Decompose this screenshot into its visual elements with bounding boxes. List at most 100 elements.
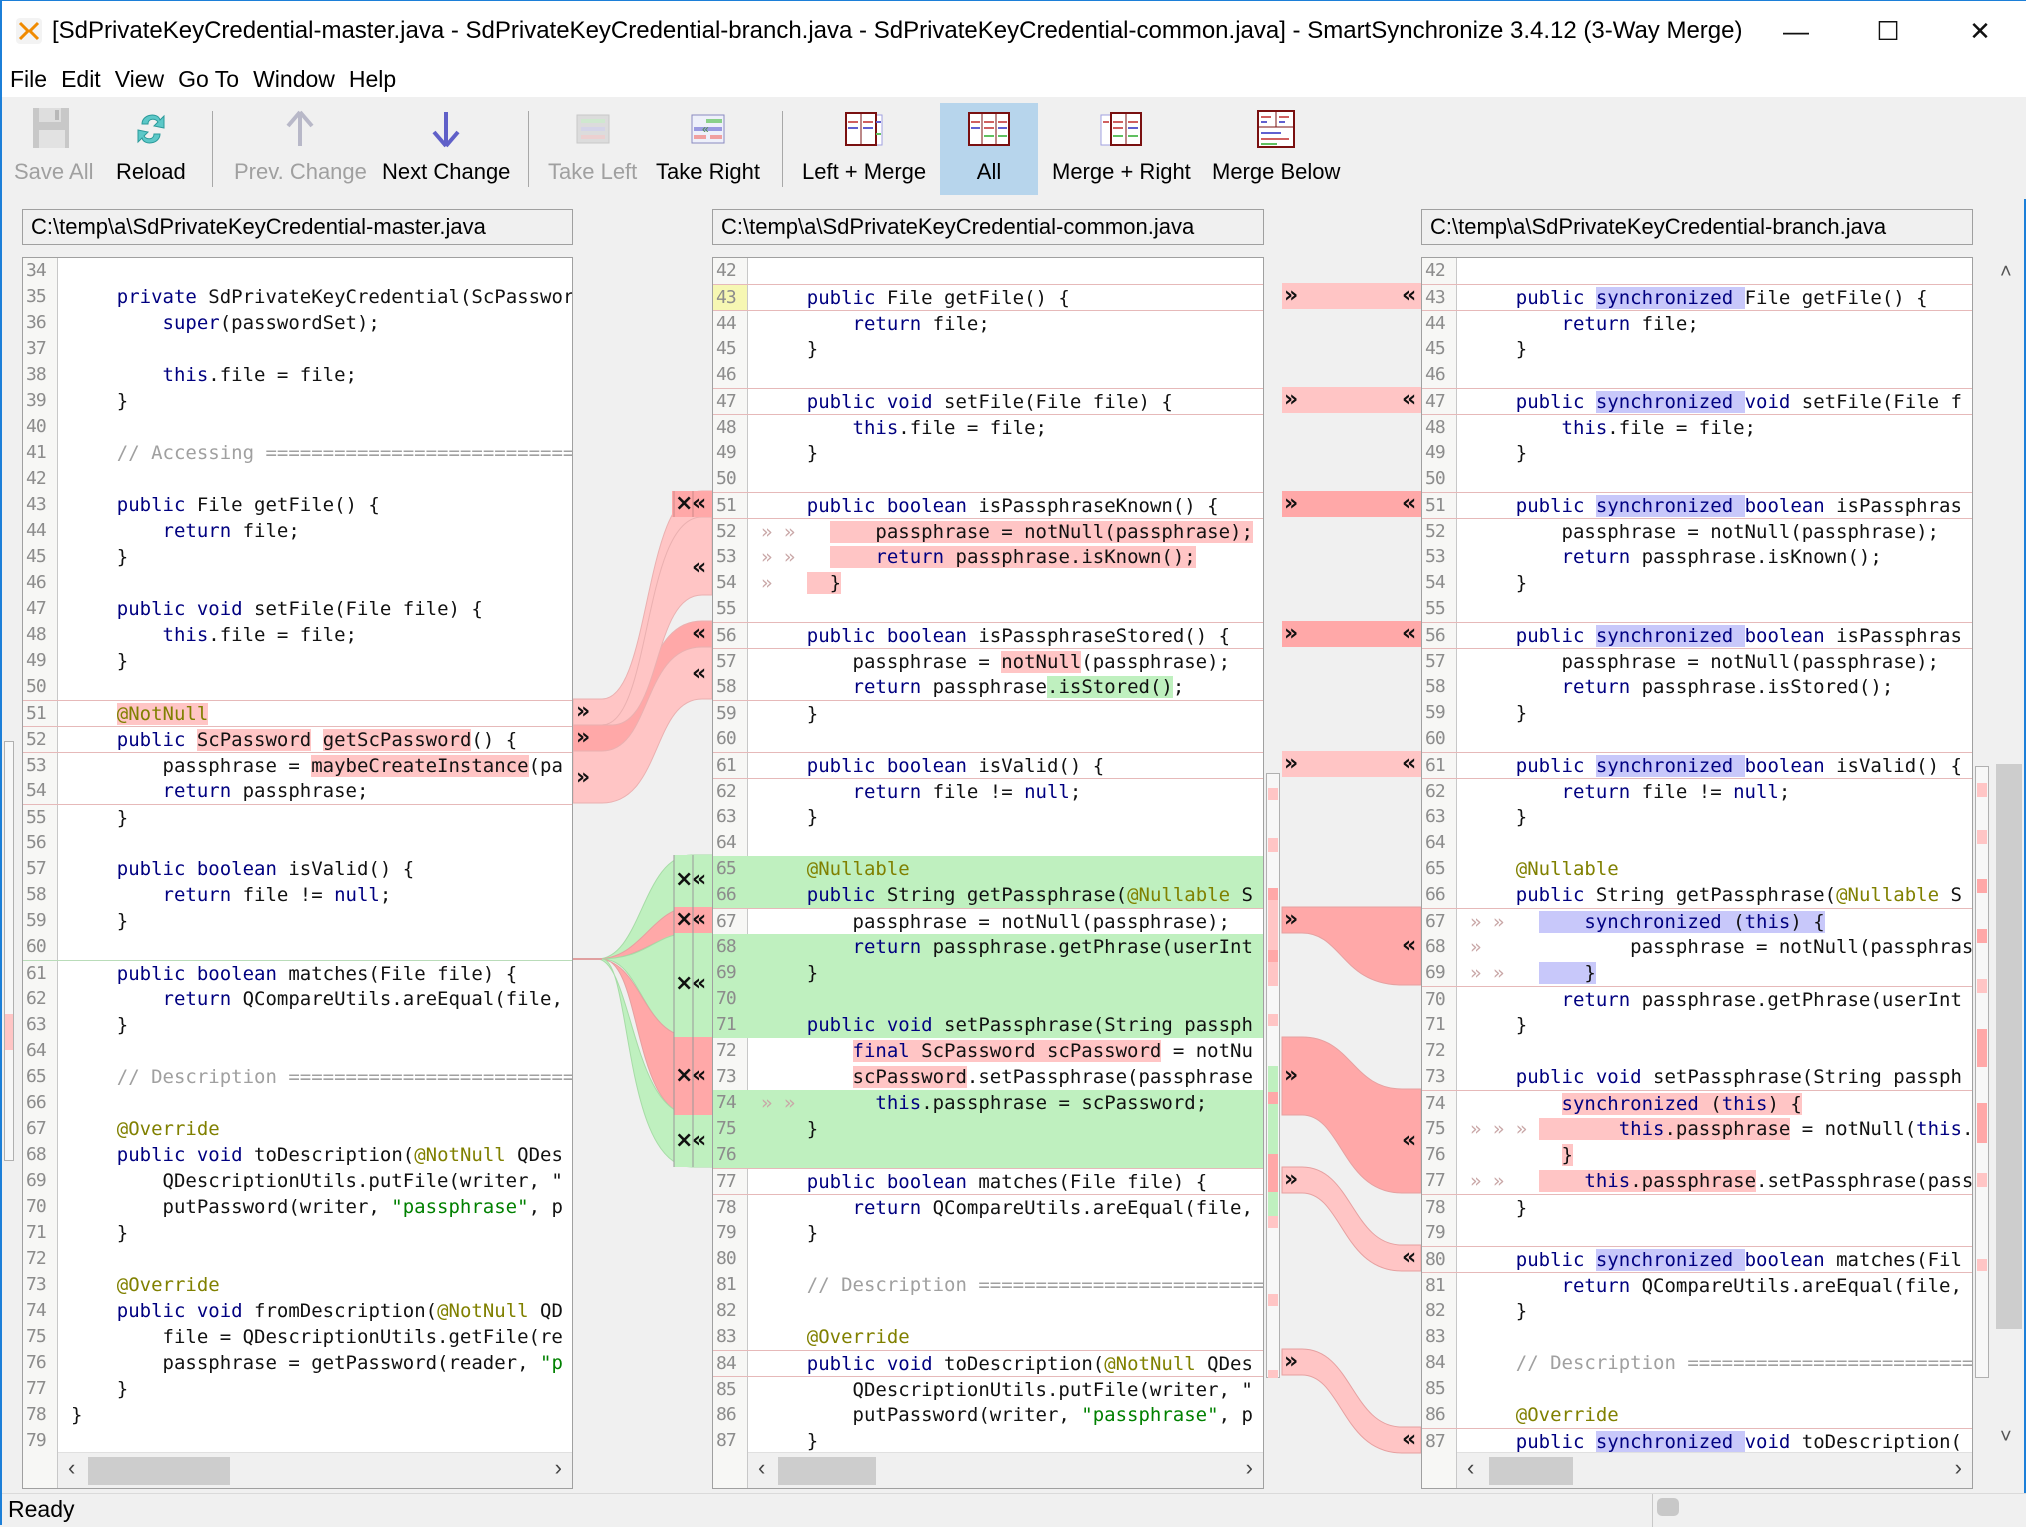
right-overview-ruler[interactable]	[1975, 766, 1989, 1378]
take-left-marker[interactable]: «	[1402, 751, 1416, 777]
code-line[interactable]: 46	[1422, 362, 1972, 388]
code-line[interactable]: 56	[23, 830, 572, 856]
code-line[interactable]: 77 » » this.passphrase.setPassphrase(pass	[1422, 1168, 1972, 1194]
code-line[interactable]: 45 }	[1422, 336, 1972, 362]
code-line[interactable]: 60	[1422, 726, 1972, 752]
code-line[interactable]: 74 public void fromDescription(@NotNull …	[23, 1298, 572, 1324]
code-line[interactable]: 54 » }	[713, 570, 1263, 596]
code-line[interactable]: 85 QDescriptionUtils.putFile(writer, "	[713, 1376, 1263, 1402]
code-line[interactable]: 41 // Accessing ========================…	[23, 440, 572, 466]
scrollbar-thumb[interactable]	[1489, 1457, 1573, 1485]
menu-edit[interactable]: Edit	[61, 66, 101, 93]
code-line[interactable]: 61 public boolean matches(File file) {	[23, 960, 572, 986]
code-line[interactable]: 63 }	[713, 804, 1263, 830]
code-line[interactable]: 46	[23, 570, 572, 596]
maximize-button[interactable]: ☐	[1842, 1, 1934, 61]
code-line[interactable]: 78 }	[1422, 1194, 1972, 1220]
code-line[interactable]: 73 scPassword.setPassphrase(passphrase	[713, 1064, 1263, 1090]
code-line[interactable]: 77 }	[23, 1376, 572, 1402]
take-right-marker[interactable]: »	[1284, 621, 1298, 647]
code-line[interactable]: 59 }	[713, 700, 1263, 726]
code-line[interactable]: 50	[1422, 466, 1972, 492]
code-line[interactable]: 52 public ScPassword getScPassword() {	[23, 726, 572, 752]
code-line[interactable]: 65 @Nullable	[713, 856, 1263, 882]
code-line[interactable]: 77 public boolean matches(File file) {	[713, 1168, 1263, 1194]
code-line[interactable]: 79 }	[713, 1220, 1263, 1246]
notification-bubble-icon[interactable]	[1657, 1498, 1679, 1516]
code-line[interactable]: 48 this.file = file;	[1422, 414, 1972, 440]
code-line[interactable]: 49 }	[713, 440, 1263, 466]
code-line[interactable]: 64	[23, 1038, 572, 1064]
menu-window[interactable]: Window	[253, 66, 335, 93]
code-line[interactable]: 38 this.file = file;	[23, 362, 572, 388]
code-line[interactable]: 36 super(passwordSet);	[23, 310, 572, 336]
right-editor[interactable]: 42 43 public synchronized File getFile() …	[1421, 257, 1973, 1489]
code-line[interactable]: 53 passphrase = maybeCreateInstance(pa	[23, 752, 572, 778]
scroll-right-arrow-icon[interactable]: ›	[1955, 1455, 1962, 1481]
code-line[interactable]: 48 this.file = file;	[713, 414, 1263, 440]
take-right-marker[interactable]: »	[1284, 387, 1298, 413]
code-line[interactable]: 65 // Description ======================…	[23, 1064, 572, 1090]
take-left-marker[interactable]: «	[692, 907, 706, 933]
take-left-marker[interactable]: «	[1402, 621, 1416, 647]
scrollbar-thumb[interactable]	[1996, 764, 2022, 1329]
code-line[interactable]: 76 }	[1422, 1142, 1972, 1168]
left-overview-ruler[interactable]	[4, 741, 14, 1161]
scroll-up-arrow-icon[interactable]: ˄	[2000, 261, 2012, 284]
code-line[interactable]: 68 public void toDescription(@NotNull QD…	[23, 1142, 572, 1168]
code-line[interactable]: 34	[23, 258, 572, 284]
code-line[interactable]: 59 }	[23, 908, 572, 934]
code-line[interactable]: 51 public synchronized boolean isPassphr…	[1422, 492, 1972, 518]
code-line[interactable]: 57 passphrase = notNull(passphrase);	[1422, 648, 1972, 674]
take-left-marker[interactable]: «	[1402, 933, 1416, 959]
code-line[interactable]: 64	[1422, 830, 1972, 856]
code-line[interactable]: 51 @NotNull	[23, 700, 572, 726]
left-merge-button[interactable]: Left + Merge	[796, 103, 932, 195]
middle-editor[interactable]: 42 43 public File getFile() {44 return fi…	[712, 257, 1264, 1489]
reload-button[interactable]: Reload	[110, 103, 192, 195]
discard-marker[interactable]: ×	[675, 867, 693, 893]
code-line[interactable]: 59 }	[1422, 700, 1972, 726]
left-editor[interactable]: 34 35 private SdPrivateKeyCredential(ScPa…	[22, 257, 573, 1489]
code-line[interactable]: 68 return passphrase.getPhrase(userInt	[713, 934, 1263, 960]
code-line[interactable]: 84 public void toDescription(@NotNull QD…	[713, 1350, 1263, 1376]
code-line[interactable]: 66	[23, 1090, 572, 1116]
code-line[interactable]: 47 public void setFile(File file) {	[23, 596, 572, 622]
code-line[interactable]: 72	[1422, 1038, 1972, 1064]
code-line[interactable]: 52 passphrase = notNull(passphrase);	[1422, 518, 1972, 544]
take-left-marker[interactable]: «	[692, 971, 706, 997]
code-line[interactable]: 69 }	[713, 960, 1263, 986]
code-line[interactable]: 56 public synchronized boolean isPassphr…	[1422, 622, 1972, 648]
take-left-marker[interactable]: «	[692, 555, 706, 581]
code-line[interactable]: 79	[1422, 1220, 1972, 1246]
code-line[interactable]: 53 » » return passphrase.isKnown();	[713, 544, 1263, 570]
minimize-button[interactable]: —	[1750, 1, 1842, 61]
code-line[interactable]: 50	[23, 674, 572, 700]
middle-horizontal-scrollbar[interactable]: ‹ ›	[748, 1452, 1263, 1488]
code-line[interactable]: 66 public String getPassphrase(@Nullable…	[713, 882, 1263, 908]
all-button[interactable]: All	[940, 103, 1038, 195]
take-right-marker[interactable]: »	[576, 765, 590, 791]
discard-marker[interactable]: ×	[675, 907, 693, 933]
code-line[interactable]: 46	[713, 362, 1263, 388]
code-line[interactable]: 53 return passphrase.isKnown();	[1422, 544, 1972, 570]
code-line[interactable]: 79	[23, 1428, 572, 1454]
middle-overview-ruler[interactable]	[1266, 773, 1280, 1378]
take-right-marker[interactable]: »	[1284, 1349, 1298, 1375]
take-left-button[interactable]: Take Left	[542, 103, 643, 195]
discard-marker[interactable]: ×	[675, 971, 693, 997]
code-line[interactable]: 37	[23, 336, 572, 362]
scroll-left-arrow-icon[interactable]: ‹	[1467, 1455, 1474, 1481]
code-line[interactable]: 62 return file != null;	[1422, 778, 1972, 804]
code-line[interactable]: 76	[713, 1142, 1263, 1168]
take-left-marker[interactable]: «	[692, 621, 706, 647]
code-line[interactable]: 74 » » this.passphrase = scPassword;	[713, 1090, 1263, 1116]
code-line[interactable]: 80	[713, 1246, 1263, 1272]
take-right-button[interactable]: « Take Right	[650, 103, 766, 195]
code-line[interactable]: 40	[23, 414, 572, 440]
code-line[interactable]: 71 }	[23, 1220, 572, 1246]
take-right-marker[interactable]: »	[576, 699, 590, 725]
take-right-marker[interactable]: »	[1284, 491, 1298, 517]
take-left-marker[interactable]: «	[1402, 283, 1416, 309]
code-line[interactable]: 73 @Override	[23, 1272, 572, 1298]
